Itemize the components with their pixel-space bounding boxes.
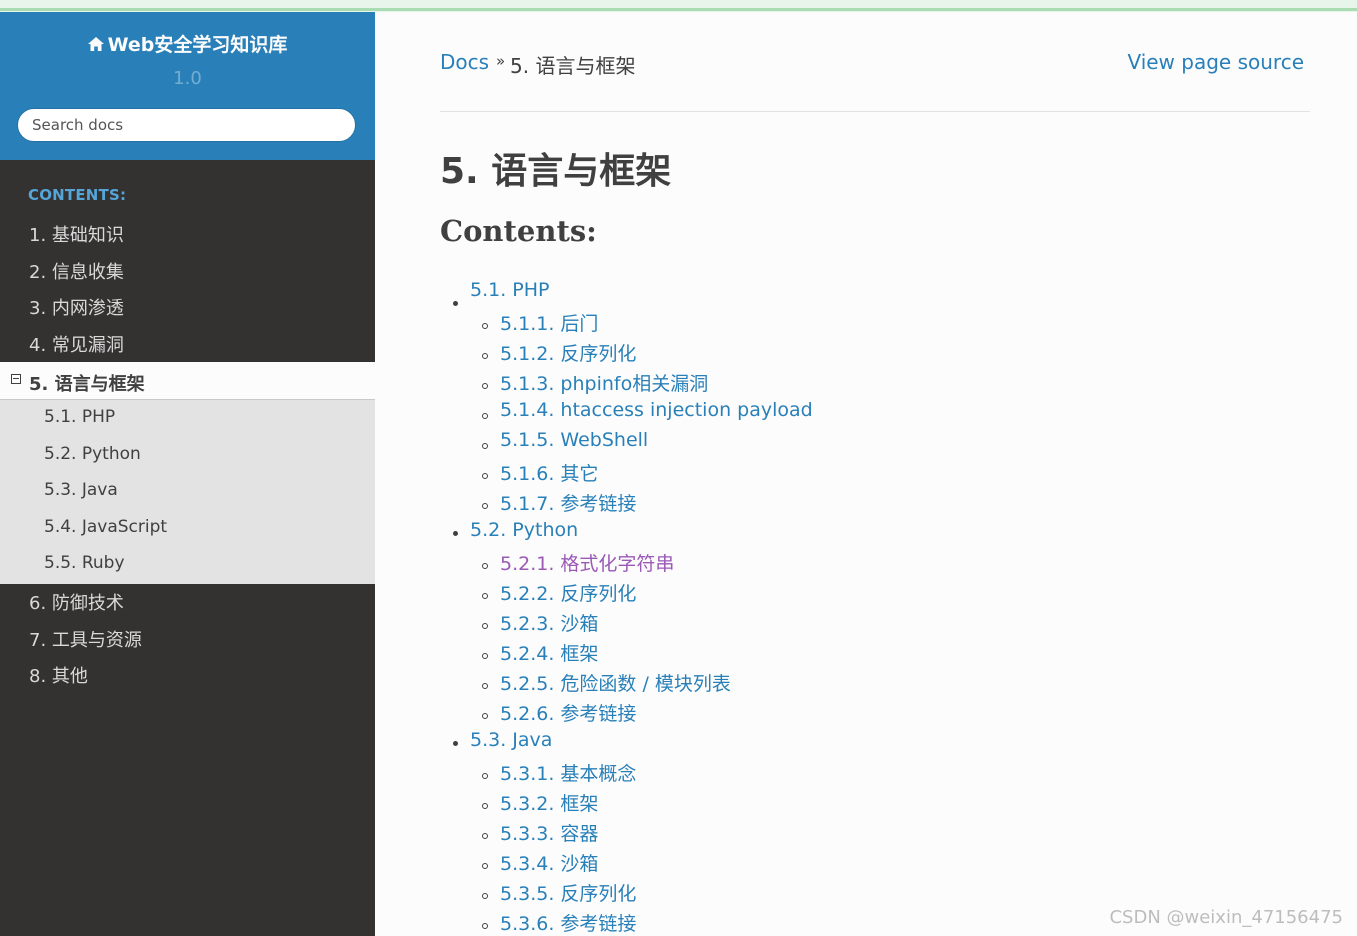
toc-link-visited[interactable]: 5.2.1. 格式化字符串	[500, 549, 674, 576]
circle-bullet-icon	[482, 563, 488, 569]
contents-heading: Contents:	[440, 214, 597, 248]
main-content: Docs » 5. 语言与框架 View page source 5. 语言与框…	[375, 12, 1357, 936]
sidebar-item-other[interactable]: 8. 其他	[29, 662, 88, 688]
sidebar-subitem-javascript[interactable]: 5.4. JavaScript	[44, 517, 167, 537]
circle-bullet-icon	[482, 323, 488, 329]
circle-bullet-icon	[482, 503, 488, 509]
sidebar-item-label: 5. 语言与框架	[29, 374, 145, 395]
sidebar-subitem-ruby[interactable]: 5.5. Ruby	[44, 553, 125, 573]
top-strip-line	[0, 8, 1357, 11]
bullet-icon	[453, 301, 458, 306]
sidebar-item-tools[interactable]: 7. 工具与资源	[29, 626, 142, 652]
toc-link[interactable]: 5.2.4. 框架	[500, 639, 598, 666]
toc-link[interactable]: 5.2.5. 危险函数 / 模块列表	[500, 669, 731, 696]
toc-link[interactable]: 5.1.1. 后门	[500, 309, 598, 336]
csdn-watermark: CSDN @weixin_47156475	[1109, 907, 1343, 928]
breadcrumb-home-link[interactable]: Docs	[440, 50, 489, 74]
view-source-link[interactable]: View page source	[1127, 50, 1304, 74]
toc-caption: CONTENTS:	[28, 186, 127, 204]
toc-link[interactable]: 5.3.1. 基本概念	[500, 759, 636, 786]
sidebar-item-defense[interactable]: 6. 防御技术	[29, 589, 124, 615]
toc-link[interactable]: 5.3.3. 容器	[500, 819, 598, 846]
toc-link-php[interactable]: 5.1. PHP	[470, 279, 550, 301]
project-title: Web安全学习知识库	[107, 34, 288, 56]
toc-link[interactable]: 5.3.6. 参考链接	[500, 909, 636, 936]
sidebar-item-intranet[interactable]: 3. 内网渗透	[29, 294, 124, 320]
breadcrumb-separator: »	[496, 52, 506, 70]
toc-link[interactable]: 5.1.4. htaccess injection payload	[500, 399, 813, 421]
toc-link[interactable]: 5.2.6. 参考链接	[500, 699, 636, 726]
toc-link[interactable]: 5.1.5. WebShell	[500, 429, 648, 451]
toc-link[interactable]: 5.1.7. 参考链接	[500, 489, 636, 516]
toc-link-python[interactable]: 5.2. Python	[470, 519, 578, 541]
bullet-icon	[453, 531, 458, 536]
toc-link[interactable]: 5.3.4. 沙箱	[500, 849, 598, 876]
version-label: 1.0	[173, 68, 202, 89]
sidebar-item-common-vulns[interactable]: 4. 常见漏洞	[29, 331, 124, 357]
toc-link[interactable]: 5.2.3. 沙箱	[500, 609, 598, 636]
sidebar-subitem-python[interactable]: 5.2. Python	[44, 444, 141, 464]
divider	[440, 111, 1310, 112]
page-title: 5. 语言与框架	[440, 151, 672, 192]
circle-bullet-icon	[482, 923, 488, 929]
search-input[interactable]	[17, 108, 356, 142]
circle-bullet-icon	[482, 353, 488, 359]
circle-bullet-icon	[482, 863, 488, 869]
circle-bullet-icon	[482, 833, 488, 839]
circle-bullet-icon	[482, 683, 488, 689]
sidebar: Web安全学习知识库 1.0 CONTENTS: 1. 基础知识 2. 信息收集…	[0, 12, 375, 936]
sidebar-item-info-gathering[interactable]: 2. 信息收集	[29, 258, 124, 284]
circle-bullet-icon	[482, 383, 488, 389]
breadcrumb-current: 5. 语言与框架	[510, 54, 636, 78]
sidebar-subitem-java[interactable]: 5.3. Java	[44, 480, 118, 500]
sidebar-item-basics[interactable]: 1. 基础知识	[29, 221, 124, 247]
toc-link[interactable]: 5.1.6. 其它	[500, 459, 598, 486]
toc-link[interactable]: 5.1.2. 反序列化	[500, 339, 636, 366]
circle-bullet-icon	[482, 473, 488, 479]
sidebar-current-section: 5. 语言与框架 5.1. PHP 5.2. Python 5.3. Java …	[0, 362, 375, 584]
toc-link[interactable]: 5.3.5. 反序列化	[500, 879, 636, 906]
sidebar-item-languages-frameworks[interactable]: 5. 语言与框架	[0, 362, 375, 400]
circle-bullet-icon	[482, 623, 488, 629]
project-home-link[interactable]: Web安全学习知识库	[0, 30, 375, 57]
toc-link[interactable]: 5.2.2. 反序列化	[500, 579, 636, 606]
circle-bullet-icon	[482, 413, 488, 419]
circle-bullet-icon	[482, 593, 488, 599]
circle-bullet-icon	[482, 803, 488, 809]
circle-bullet-icon	[482, 773, 488, 779]
sidebar-header: Web安全学习知识库 1.0	[0, 12, 375, 160]
toc-link-java[interactable]: 5.3. Java	[470, 729, 552, 751]
browser-top-strip	[0, 0, 1357, 12]
collapse-icon[interactable]	[11, 374, 21, 384]
home-icon	[87, 37, 104, 51]
circle-bullet-icon	[482, 443, 488, 449]
toc-link[interactable]: 5.3.2. 框架	[500, 789, 598, 816]
sidebar-subitem-php[interactable]: 5.1. PHP	[44, 407, 115, 427]
circle-bullet-icon	[482, 653, 488, 659]
circle-bullet-icon	[482, 713, 488, 719]
circle-bullet-icon	[482, 893, 488, 899]
toc-link[interactable]: 5.1.3. phpinfo相关漏洞	[500, 369, 708, 396]
bullet-icon	[453, 741, 458, 746]
